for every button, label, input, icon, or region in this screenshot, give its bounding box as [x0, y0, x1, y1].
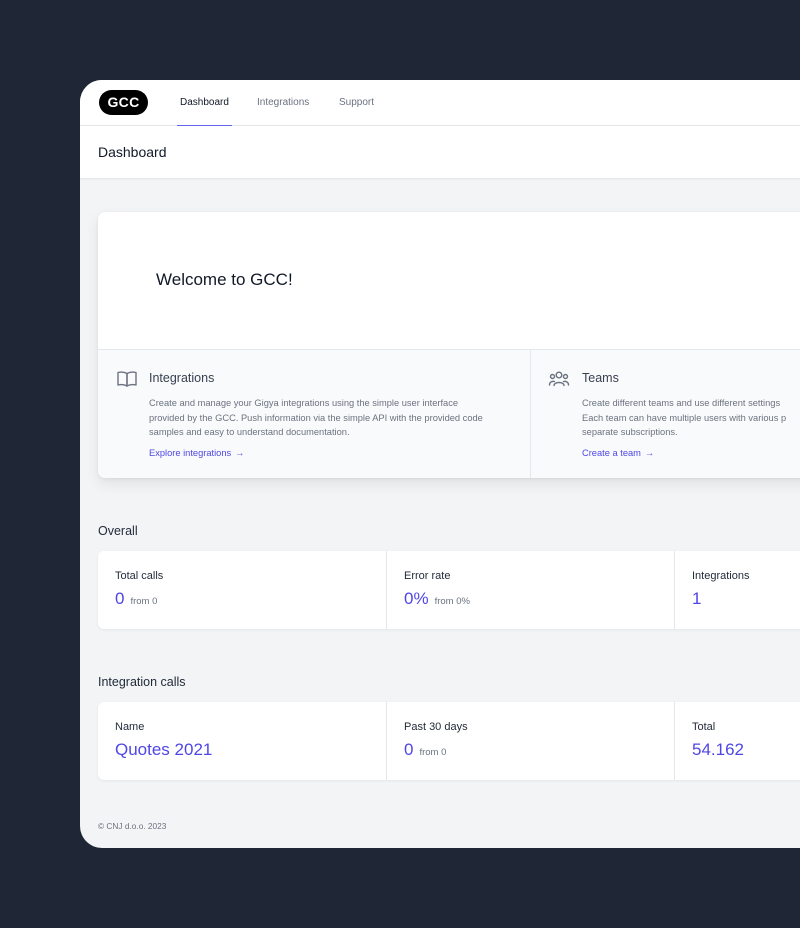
integration-name-link[interactable]: Quotes 2021 — [115, 740, 212, 760]
stat-number: 0 — [404, 740, 414, 759]
create-team-link[interactable]: Create a team → — [582, 448, 654, 458]
stat-integration-name: Name Quotes 2021 — [98, 702, 387, 780]
stat-number: 1 — [692, 589, 702, 608]
stat-past-30-days: Past 30 days 0 from 0 — [387, 702, 675, 780]
top-navigation: GCC Dashboard Integrations Support — [80, 80, 800, 127]
description-line: Each team can have multiple users with v… — [582, 412, 787, 423]
create-team-label: Create a team — [582, 448, 641, 458]
integration-calls-section-title: Integration calls — [98, 675, 186, 689]
description-line: samples and easy to understand documenta… — [149, 427, 350, 437]
welcome-title: Welcome to GCC! — [156, 270, 293, 289]
description-line: provided by the GCC. Push information vi… — [149, 412, 483, 423]
stat-label: Name — [115, 721, 145, 733]
tab-dashboard[interactable]: Dashboard — [177, 80, 232, 127]
feature-panel: Integrations Create and manage your Gigy… — [98, 349, 800, 478]
stat-label: Total calls — [115, 570, 164, 582]
page-title: Dashboard — [98, 144, 167, 160]
description-line: Create different teams and use different… — [582, 398, 781, 408]
integration-calls-stats: Name Quotes 2021 Past 30 days 0 from 0 To… — [98, 702, 800, 780]
book-icon — [116, 369, 138, 389]
stat-error-rate: Error rate 0% from 0% — [387, 551, 675, 629]
stat-previous: from 0% — [434, 596, 470, 607]
welcome-card: Welcome to GCC! Integrations Create and … — [98, 212, 800, 478]
stat-label: Error rate — [404, 570, 451, 582]
feature-teams: Teams Create different teams and use dif… — [531, 350, 800, 478]
arrow-right-icon: → — [235, 448, 245, 458]
tab-dashboard-label: Dashboard — [180, 97, 229, 108]
app-window: GCC Dashboard Integrations Support Dashb… — [80, 80, 800, 848]
overall-stats: Total calls 0 from 0 Error rate 0% from 0%… — [98, 551, 800, 629]
users-icon — [548, 369, 570, 389]
stat-value: 1 — [692, 589, 701, 609]
stat-number: Quotes 2021 — [115, 740, 213, 759]
tab-integrations[interactable]: Integrations — [257, 80, 309, 126]
feature-integrations-description: Create and manage your Gigya integration… — [149, 396, 529, 440]
stat-total-calls: Total calls 0 from 0 — [98, 551, 387, 629]
stat-integrations: Integrations 1 — [675, 551, 800, 629]
footer-copyright: © CNJ d.o.o. 2023 — [98, 821, 167, 831]
stat-total: Total 54.162 — [675, 702, 800, 780]
overall-section-title: Overall — [98, 524, 138, 538]
tab-support[interactable]: Support — [339, 80, 374, 126]
stat-value: 0 from 0 — [115, 589, 157, 609]
explore-integrations-link[interactable]: Explore integrations → — [149, 448, 244, 458]
stat-number: 0 — [115, 589, 125, 608]
description-line: separate subscriptions. — [582, 427, 678, 437]
stat-value: 54.162 — [692, 740, 744, 760]
tab-support-label: Support — [339, 97, 375, 108]
stat-previous: from 0 — [130, 596, 158, 607]
stat-number: 54.162 — [692, 740, 744, 759]
tab-integrations-label: Integrations — [257, 97, 310, 108]
stat-label: Past 30 days — [404, 721, 468, 733]
stat-label: Integrations — [692, 570, 750, 582]
gcc-logo[interactable]: GCC — [99, 90, 148, 115]
arrow-right-icon: → — [644, 448, 655, 458]
stat-number: 0% — [404, 589, 429, 608]
stat-value: 0% from 0% — [404, 589, 470, 609]
description-line: Create and manage your Gigya integration… — [149, 398, 459, 408]
stat-previous: from 0 — [419, 747, 447, 758]
explore-integrations-label: Explore integrations — [149, 448, 232, 458]
feature-teams-description: Create different teams and use different… — [582, 396, 800, 440]
feature-integrations: Integrations Create and manage your Gigy… — [98, 350, 531, 478]
page-header: Dashboard — [80, 126, 800, 179]
stat-value: 0 from 0 — [404, 740, 446, 760]
stat-label: Total — [692, 721, 716, 733]
feature-integrations-title: Integrations — [149, 371, 215, 385]
feature-teams-title: Teams — [582, 371, 619, 385]
